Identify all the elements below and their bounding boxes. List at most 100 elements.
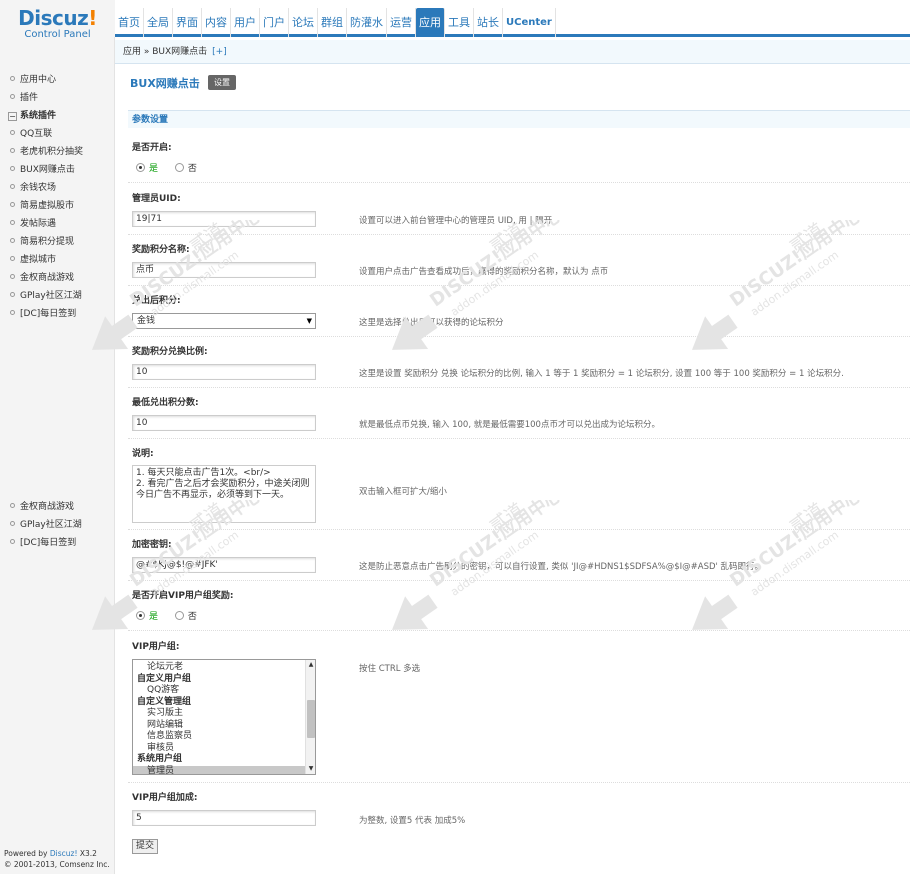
bullet-icon (10, 256, 15, 261)
secret-key-comment: 这是防止恶意点击广告刷分的密钥，可以自行设置, 类似 'JI@#HDNS1$SD… (359, 562, 764, 572)
scrollbar[interactable]: ▲ ▼ (305, 660, 315, 774)
page-title: BUX网赚点击 (130, 77, 200, 90)
nav-item[interactable]: 工具 (445, 8, 474, 37)
bullet-icon (10, 310, 15, 315)
nav-item[interactable]: 群组 (318, 8, 347, 37)
secret-key-input[interactable]: @#$KJ@$!@#JFK' (132, 557, 316, 573)
watermark-text: DISCUZ!应用中心 (726, 500, 860, 591)
nav-item[interactable]: 防灌水 (347, 8, 387, 37)
nav-item[interactable]: 用户 (231, 8, 260, 37)
credit-name-label: 奖励积分名称: (132, 245, 190, 255)
sidebar-item-plugins[interactable]: 插件 (10, 90, 38, 106)
credit-name-comment: 设置用户点击广告查看成功后，赢得的奖励积分名称，默认为 点币 (359, 267, 609, 277)
scroll-up-icon[interactable]: ▲ (306, 660, 315, 670)
vip-bonus-label: VIP用户组加成: (132, 793, 198, 803)
vip-groups-multiselect[interactable]: 论坛元老 自定义用户组 QQ游客 自定义管理组 实习版主 网站编辑 信息监察员 审核员 系统用户… (132, 659, 316, 775)
nav-item[interactable]: 全局 (144, 8, 173, 37)
vip-group-option[interactable]: 自定义用户组 (133, 674, 315, 686)
exchange-credit-select[interactable]: 金钱 ▼ (132, 313, 316, 329)
scrollbar-thumb[interactable] (307, 700, 315, 738)
bullet-icon (10, 521, 15, 526)
vip-group-option[interactable]: 审核员 (133, 743, 315, 755)
sidebar-item[interactable]: QQ互联 (10, 126, 52, 142)
sidebar-item[interactable]: 发帖际遇 (10, 216, 56, 232)
min-exchange-input[interactable]: 10 (132, 415, 316, 431)
divider (128, 438, 910, 439)
radio-checked-icon (136, 163, 145, 172)
logo[interactable]: Discuz! Control Panel (0, 0, 115, 40)
sidebar-item[interactable]: 金权商战游戏 (10, 499, 74, 515)
watermark-text: 贰道 (786, 220, 828, 257)
vip-group-option[interactable]: 网站编辑 (133, 720, 315, 732)
watermark-arrow-icon (692, 314, 738, 350)
submit-button[interactable]: 提交 (132, 839, 158, 854)
ratio-input[interactable]: 10 (132, 364, 316, 380)
vip-group-option[interactable]: 自定义管理组 (133, 697, 315, 709)
tab-settings[interactable]: 设置 (208, 75, 236, 90)
sidebar-item[interactable]: 简易积分提现 (10, 234, 74, 250)
watermark-text: addon.dismall.com (748, 248, 841, 318)
sidebar-category-system-plugins[interactable]: − 系统插件 (8, 108, 56, 124)
vip-group-option[interactable]: 系统用户组 (133, 754, 315, 766)
vip-enable-yes-radio[interactable]: 是 (136, 611, 172, 622)
bullet-icon (10, 238, 15, 243)
bullet-icon (10, 220, 15, 225)
description-textarea[interactable]: 1. 每天只能点击广告1次。<br/> 2. 看完广告之后才会奖励积分，中途关闭… (132, 465, 316, 523)
sidebar-item[interactable]: GPlay社区江湖 (10, 517, 82, 533)
sidebar-item[interactable]: [DC]每日签到 (10, 306, 76, 322)
vip-groups-comment: 按住 CTRL 多选 (359, 664, 421, 674)
enable-yes-radio[interactable]: 是 (136, 163, 172, 174)
divider (128, 580, 910, 581)
sidebar-item[interactable]: GPlay社区江湖 (10, 288, 82, 304)
admin-uid-input[interactable]: 19|71 (132, 211, 316, 227)
bullet-icon (10, 503, 15, 508)
discuz-link[interactable]: Discuz! (50, 849, 78, 858)
nav-item[interactable]: 界面 (173, 8, 202, 37)
divider (128, 336, 910, 337)
watermark-text: DISCUZ!应用中心 (426, 500, 560, 591)
logo-name: Discuz! (18, 6, 97, 30)
bullet-icon (10, 184, 15, 189)
min-exchange-label: 最低兑出积分数: (132, 398, 199, 408)
vip-bonus-comment: 为整数, 设置5 代表 加成5% (359, 816, 466, 826)
scroll-down-icon[interactable]: ▼ (306, 764, 315, 774)
credit-name-input[interactable]: 点币 (132, 262, 316, 278)
vip-bonus-input[interactable]: 5 (132, 810, 316, 826)
nav-item[interactable]: 运营 (387, 8, 416, 37)
bullet-icon (10, 539, 15, 544)
sidebar-item[interactable]: 虚拟城市 (10, 252, 56, 268)
vip-enable-label: 是否开启VIP用户组奖励: (132, 591, 234, 601)
enable-no-radio[interactable]: 否 (174, 163, 197, 174)
top-bar: Discuz! Control Panel 首页 全局 界面 内容 用户 门户 论坛 群组 防灌… (0, 0, 910, 40)
exchange-credit-label: 兑出后积分: (132, 296, 181, 306)
sidebar-item[interactable]: 老虎机积分抽奖 (10, 144, 83, 160)
nav-item[interactable]: 首页 (115, 8, 144, 37)
sidebar-item-app-center[interactable]: 应用中心 (10, 72, 56, 88)
vip-groups-label: VIP用户组: (132, 642, 180, 652)
watermark-arrow-icon (392, 314, 438, 350)
sidebar-item[interactable]: 余钱农场 (10, 180, 56, 196)
nav-item[interactable]: 应用 (416, 8, 445, 37)
vip-group-option[interactable]: QQ游客 (133, 685, 315, 697)
nav-item[interactable]: 内容 (202, 8, 231, 37)
min-exchange-comment: 就是最低点币兑换, 输入 100, 就是最低需要100点币才可以兑出成为论坛积分… (359, 420, 660, 430)
vip-group-option[interactable]: 信息监察员 (133, 731, 315, 743)
vip-groups-options: 论坛元老 自定义用户组 QQ游客 自定义管理组 实习版主 网站编辑 信息监察员 审核员 系统用户… (133, 662, 315, 774)
sidebar-item[interactable]: 简易虚拟股市 (10, 198, 74, 214)
sidebar-item[interactable]: 金权商战游戏 (10, 270, 74, 286)
nav-item[interactable]: 站长 (474, 8, 503, 37)
sidebar-item[interactable]: BUX网赚点击 (10, 162, 75, 178)
bullet-icon (10, 274, 15, 279)
sidebar-item[interactable]: [DC]每日签到 (10, 535, 76, 551)
nav-item[interactable]: 论坛 (289, 8, 318, 37)
vip-group-option[interactable]: 论坛元老 (133, 662, 315, 674)
watermark-arrow-icon (692, 594, 738, 630)
nav-item[interactable]: UCenter (503, 8, 556, 37)
vip-group-option[interactable]: 管理员 (133, 765, 315, 774)
bullet-icon (10, 94, 15, 99)
divider (128, 782, 910, 783)
add-shortcut-button[interactable]: [+] (212, 47, 227, 57)
nav-item[interactable]: 门户 (260, 8, 289, 37)
vip-group-option[interactable]: 实习版主 (133, 708, 315, 720)
vip-enable-no-radio[interactable]: 否 (174, 611, 197, 622)
